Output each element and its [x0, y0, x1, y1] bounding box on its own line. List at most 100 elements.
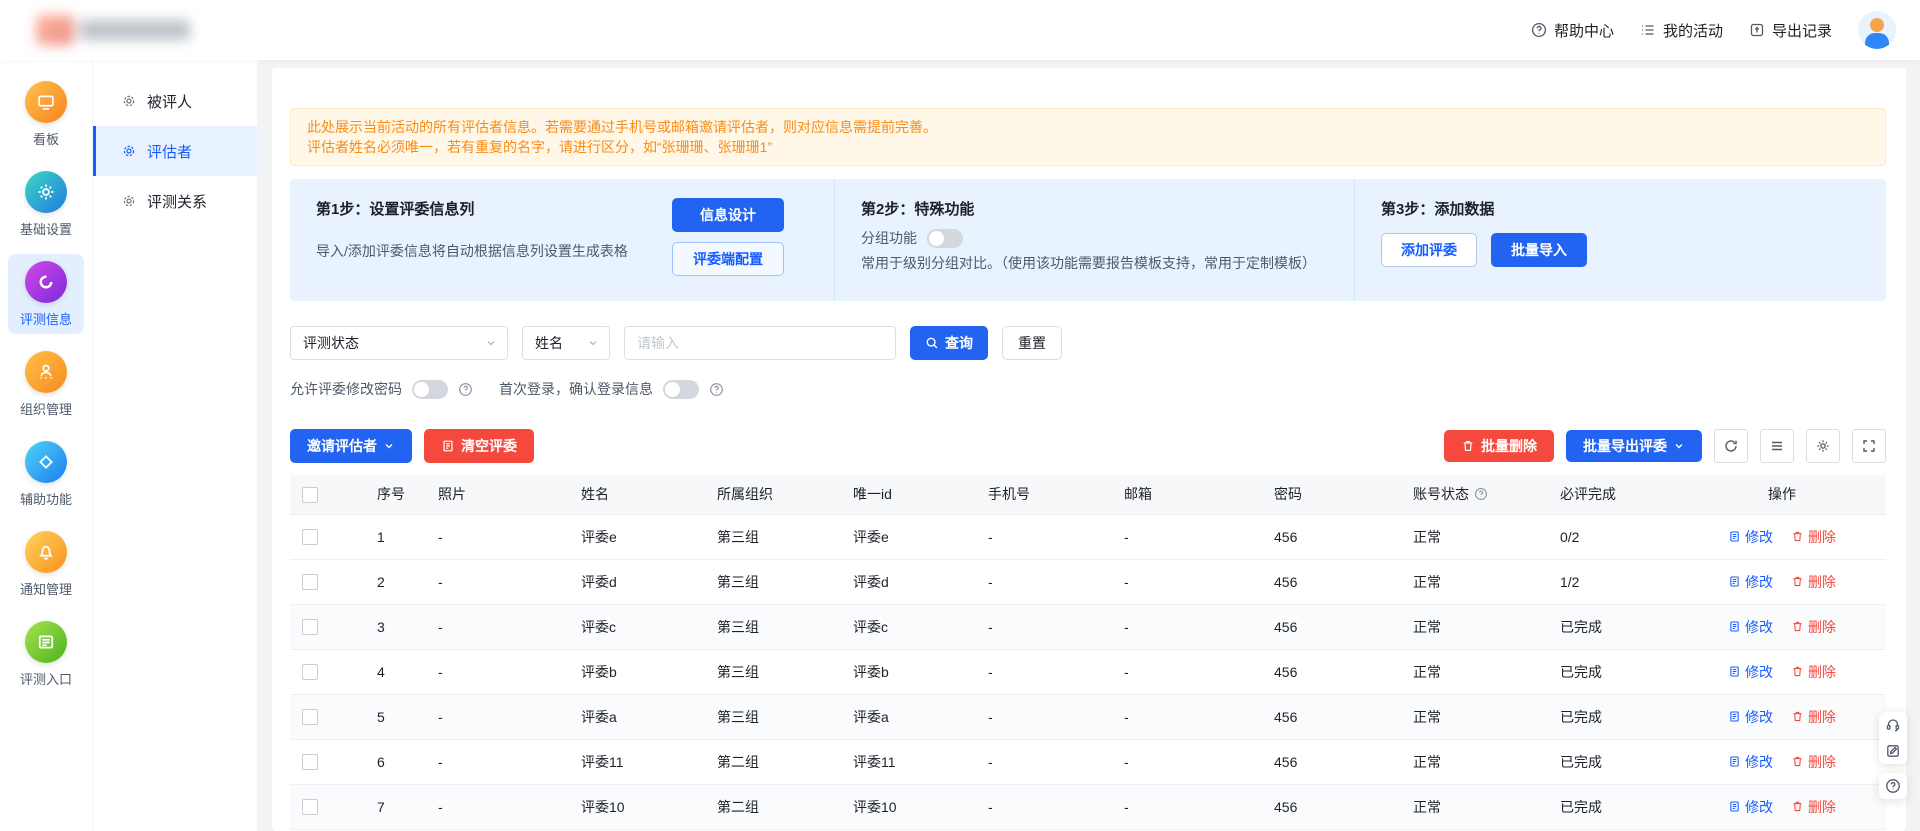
sidebar-item-notifications[interactable]: 通知管理	[8, 524, 84, 604]
edit-link[interactable]: 修改	[1728, 617, 1773, 637]
cell-phone: -	[976, 649, 1112, 694]
cell-required-progress: 0/2	[1548, 514, 1678, 559]
subnav-item-evaluators[interactable]: 评估者	[93, 126, 257, 176]
help-circle-icon	[1531, 22, 1547, 38]
cell-email: -	[1112, 784, 1262, 829]
export-records-link[interactable]: 导出记录	[1749, 20, 1832, 41]
document-icon	[441, 439, 455, 453]
cell-required-progress: 已完成	[1548, 604, 1678, 649]
form-icon	[25, 621, 67, 663]
chevron-down-icon	[1673, 440, 1685, 452]
help-circle-icon[interactable]	[458, 382, 473, 397]
row-checkbox[interactable]	[302, 664, 318, 680]
sidebar-item-aux-functions[interactable]: 辅助功能	[8, 434, 84, 514]
col-seq: 序号	[365, 475, 426, 514]
user-avatar[interactable]	[1858, 11, 1896, 49]
first-login-confirm-toggle[interactable]	[663, 380, 699, 399]
sidebar-item-evaluation-info[interactable]: 评测信息	[8, 254, 84, 334]
sidebar-item-kanban[interactable]: 看板	[8, 74, 84, 154]
batch-delete-button[interactable]: 批量删除	[1444, 430, 1554, 462]
my-activities-link[interactable]: 我的活动	[1640, 20, 1723, 41]
cell-uid: 评委e	[841, 514, 976, 559]
table-toolbar: 邀请评估者 清空评委 批量删除 批量导出评委	[290, 429, 1886, 463]
col-phone: 手机号	[976, 475, 1112, 514]
edit-link[interactable]: 修改	[1728, 662, 1773, 682]
content-card: 此处展示当前活动的所有评估者信息。若需要通过手机号或邮箱邀请评估者，则对应信息需…	[272, 68, 1906, 831]
cell-email: -	[1112, 514, 1262, 559]
column-settings-button[interactable]	[1806, 429, 1840, 463]
batch-import-button[interactable]: 批量导入	[1491, 233, 1587, 267]
diamond-icon	[25, 441, 67, 483]
reset-button[interactable]: 重置	[1002, 326, 1062, 360]
delete-link[interactable]: 删除	[1791, 572, 1836, 592]
cell-email: -	[1112, 649, 1262, 694]
sidebar-item-evaluation-entry[interactable]: 评测入口	[8, 614, 84, 694]
edit-link[interactable]: 修改	[1728, 752, 1773, 772]
step-1-title: 第1步：设置评委信息列	[316, 198, 646, 219]
group-function-label: 分组功能	[861, 228, 917, 248]
sidebar-item-org-management[interactable]: 组织管理	[8, 344, 84, 424]
select-all-checkbox[interactable]	[302, 487, 318, 503]
edit-link[interactable]: 修改	[1728, 572, 1773, 592]
feedback-note-icon[interactable]	[1879, 738, 1907, 764]
help-circle-icon[interactable]	[1474, 487, 1488, 501]
steps-panel: 第1步：设置评委信息列 导入/添加评委信息将自动根据信息列设置生成表格 信息设计…	[290, 179, 1886, 301]
cell-org: 第三组	[705, 514, 841, 559]
cell-required-progress: 已完成	[1548, 739, 1678, 784]
cell-org: 第三组	[705, 694, 841, 739]
row-checkbox[interactable]	[302, 799, 318, 815]
cell-name: 评委d	[569, 559, 705, 604]
delete-link[interactable]: 删除	[1791, 707, 1836, 727]
row-checkbox[interactable]	[302, 529, 318, 545]
cell-photo: -	[426, 694, 569, 739]
allow-password-change-toggle[interactable]	[412, 380, 448, 399]
row-checkbox[interactable]	[302, 709, 318, 725]
help-center-link[interactable]: 帮助中心	[1531, 20, 1614, 41]
delete-link[interactable]: 删除	[1791, 617, 1836, 637]
cell-org: 第三组	[705, 649, 841, 694]
info-design-button[interactable]: 信息设计	[672, 198, 784, 232]
subnav-item-relations[interactable]: 评测关系	[93, 176, 257, 226]
batch-export-button[interactable]: 批量导出评委	[1566, 430, 1702, 462]
judge-config-button[interactable]: 评委端配置	[672, 242, 784, 276]
add-judge-button[interactable]: 添加评委	[1381, 233, 1477, 267]
refresh-button[interactable]	[1714, 429, 1748, 463]
edit-link[interactable]: 修改	[1728, 707, 1773, 727]
delete-link[interactable]: 删除	[1791, 752, 1836, 772]
sidebar-item-base-settings[interactable]: 基础设置	[8, 164, 84, 244]
row-checkbox[interactable]	[302, 574, 318, 590]
allow-password-change-label: 允许评委修改密码	[290, 379, 402, 399]
fullscreen-button[interactable]	[1852, 429, 1886, 463]
cell-org: 第二组	[705, 739, 841, 784]
delete-link[interactable]: 删除	[1791, 662, 1836, 682]
chevron-down-icon	[383, 440, 395, 452]
cell-uid: 评委b	[841, 649, 976, 694]
search-input[interactable]	[624, 326, 896, 360]
cell-photo: -	[426, 739, 569, 784]
delete-link[interactable]: 删除	[1791, 527, 1836, 547]
edit-link[interactable]: 修改	[1728, 527, 1773, 547]
table-row: 5 - 评委a 第三组 评委a - - 456 正常 已完成 修改 删除	[290, 694, 1886, 739]
customer-service-icon[interactable]	[1879, 712, 1907, 738]
status-select[interactable]: 评测状态	[290, 326, 508, 360]
search-button[interactable]: 查询	[910, 326, 988, 360]
clear-judges-button[interactable]: 清空评委	[424, 429, 534, 463]
field-select[interactable]: 姓名	[522, 326, 610, 360]
step-3: 第3步：添加数据 添加评委 批量导入	[1354, 179, 1886, 301]
step-2: 第2步：特殊功能 分组功能 常用于级别分组对比。（使用该功能需要报告模板支持，常…	[834, 179, 1354, 301]
org-icon	[25, 351, 67, 393]
group-function-toggle[interactable]	[927, 229, 963, 248]
density-button[interactable]	[1760, 429, 1794, 463]
edit-link[interactable]: 修改	[1728, 797, 1773, 817]
help-question-icon[interactable]	[1879, 773, 1907, 799]
invite-evaluator-button[interactable]: 邀请评估者	[290, 429, 412, 463]
cell-seq: 3	[365, 604, 426, 649]
cell-org: 第三组	[705, 604, 841, 649]
cell-account-status: 正常	[1401, 784, 1548, 829]
delete-link[interactable]: 删除	[1791, 797, 1836, 817]
help-circle-icon[interactable]	[709, 382, 724, 397]
row-checkbox[interactable]	[302, 754, 318, 770]
subnav-item-evaluatees[interactable]: 被评人	[93, 76, 257, 126]
row-checkbox[interactable]	[302, 619, 318, 635]
table-header-row: 序号 照片 姓名 所属组织 唯一id 手机号 邮箱 密码 账号状态	[290, 475, 1886, 514]
